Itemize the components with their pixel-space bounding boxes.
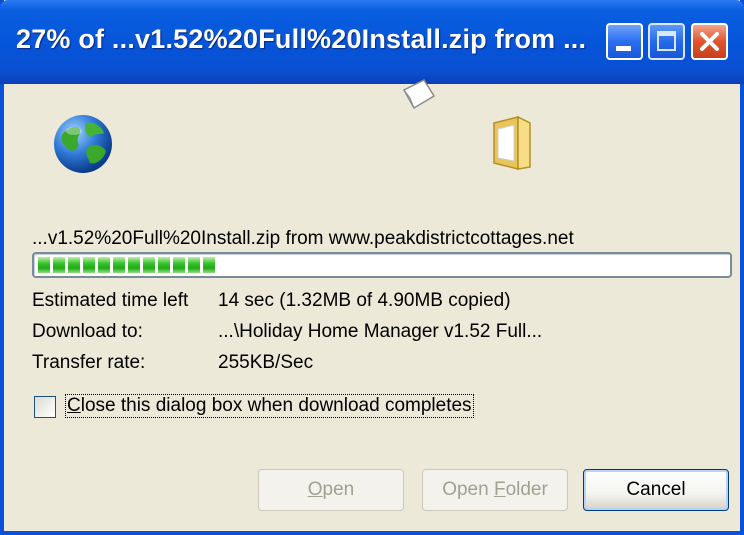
maximize-button[interactable] [648,23,685,60]
progress-block [188,257,200,273]
minimize-button[interactable] [606,23,643,60]
globe-icon [54,115,112,173]
open-folder-button-label-end: older [505,479,548,500]
progress-block [98,257,110,273]
open-button-accesskey: O [307,479,323,500]
progress-block [113,257,125,273]
close-when-done-label-text: lose this dialog box when download compl… [80,395,472,416]
open-folder-button-accesskey: F [493,479,506,500]
download-dialog: 27% of ...v1.52%20Full%20Install.zip fro… [0,0,744,535]
progress-block [68,257,80,273]
time-left-value: 14 sec (1.32MB of 4.90MB copied) [218,290,511,311]
close-when-done-label-accesskey: C [67,395,81,416]
open-button[interactable]: Open [258,469,404,511]
download-to-value: ...\Holiday Home Manager v1.52 Full... [218,321,543,342]
flying-document-icon [402,79,436,110]
progress-block [158,257,170,273]
dialog-body: ...v1.52%20Full%20Install.zip from www.p… [4,79,740,531]
progress-fill [38,257,215,273]
progress-block [173,257,185,273]
open-folder-button[interactable]: Open Folder [422,469,568,511]
close-button[interactable] [691,23,728,60]
progress-block [128,257,140,273]
download-progress-bar [32,252,732,278]
minimize-icon [616,46,631,51]
transfer-rate-value: 255KB/Sec [218,352,314,373]
folder-icon [493,115,531,170]
open-folder-button-label-start: Open [442,479,494,500]
maximize-icon [657,31,676,51]
close-when-done-label[interactable]: Close this dialog box when download comp… [65,394,474,418]
progress-block [203,257,215,273]
cancel-button[interactable]: Cancel [583,469,729,511]
transfer-rate-label: Transfer rate: [32,352,146,373]
progress-block [53,257,65,273]
download-source: ...v1.52%20Full%20Install.zip from www.p… [32,228,574,249]
download-animation [4,79,740,190]
progress-block [38,257,50,273]
window-title: 27% of ...v1.52%20Full%20Install.zip fro… [16,24,587,54]
close-icon [700,32,719,51]
open-button-label: pen [322,479,355,500]
progress-block [83,257,95,273]
time-left-label: Estimated time left [32,290,189,311]
progress-block [143,257,155,273]
download-to-label: Download to: [32,321,143,342]
close-when-done-checkbox[interactable] [34,396,56,418]
title-bar[interactable]: 27% of ...v1.52%20Full%20Install.zip fro… [0,0,744,84]
